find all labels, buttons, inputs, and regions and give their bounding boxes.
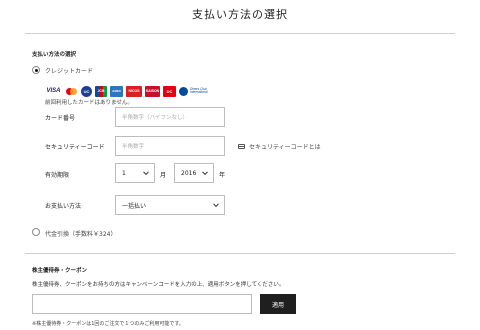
amex-logo: AMEX [110, 85, 123, 97]
security-code-input[interactable]: 半角数字 [115, 136, 225, 156]
expiry-month-value: 1 [122, 169, 126, 177]
cash-on-delivery-radio[interactable] [32, 228, 40, 236]
cash-on-delivery-label[interactable]: 代金引換（手数料￥324） [45, 229, 116, 238]
card-icon [238, 144, 245, 149]
section-divider [25, 253, 455, 254]
chevron-down-icon [202, 169, 208, 176]
saison-logo: SAISON [145, 85, 160, 97]
title-divider [25, 33, 455, 34]
installments-value: 一括払い [122, 202, 147, 210]
page-title: 支払い方法の選択 [192, 8, 288, 21]
nicos-logo: NICOS [126, 85, 142, 97]
credit-card-radio[interactable] [32, 66, 40, 74]
security-code-help-link[interactable]: セキュリティーコードとは [238, 142, 321, 151]
expiry-label: 有効期限 [45, 172, 70, 179]
jcb-logo: JCB [95, 85, 107, 97]
payment-method-heading: 支払い方法の選択 [32, 52, 77, 58]
card-number-input[interactable]: 半角数字（ハイフンなし） [115, 107, 225, 127]
apply-button[interactable]: 適用 [260, 294, 296, 314]
security-code-help-text[interactable]: セキュリティーコードとは [249, 142, 321, 151]
diners-club-logo: Diners Club International [179, 86, 219, 97]
year-unit: 年 [219, 172, 226, 179]
month-unit: 月 [160, 172, 167, 179]
diners-club-text: Diners Club International [190, 86, 208, 94]
no-saved-cards-note: 前回利用したカードはありません。 [45, 100, 133, 106]
chevron-down-icon [213, 201, 219, 208]
installments-select[interactable]: 一括払い [115, 195, 225, 215]
security-code-label: セキュリティーコード [45, 144, 105, 151]
mastercard-logo [65, 86, 78, 97]
installments-label: お支払い方法 [45, 203, 82, 210]
dc-logo: DC [163, 85, 176, 97]
coupon-code-input[interactable] [32, 294, 252, 314]
expiry-year-select[interactable]: 2016 [174, 163, 214, 183]
expiry-month-select[interactable]: 1 [115, 163, 155, 183]
expiry-year-value: 2016 [181, 169, 197, 177]
card-number-label: カード番号 [45, 115, 76, 122]
visa-logo: VISA [46, 88, 61, 94]
credit-card-label[interactable]: クレジットカード [45, 66, 93, 75]
coupon-instruction: 株主優待券、クーポンをお持ちの方はキャンペーンコードを入力の上、適用ボタンを押し… [32, 282, 285, 288]
card-brand-logos: VISA UC JCB AMEX NICOS SAISON DC Diners … [45, 85, 219, 97]
chevron-down-icon [143, 169, 149, 176]
coupon-heading: 株主優待券・クーポン [32, 268, 88, 274]
uc-logo: UC [81, 85, 92, 97]
coupon-footnote: ※株主優待券・クーポンは1回のご注文で１つのみご利用可能です。 [32, 321, 184, 327]
